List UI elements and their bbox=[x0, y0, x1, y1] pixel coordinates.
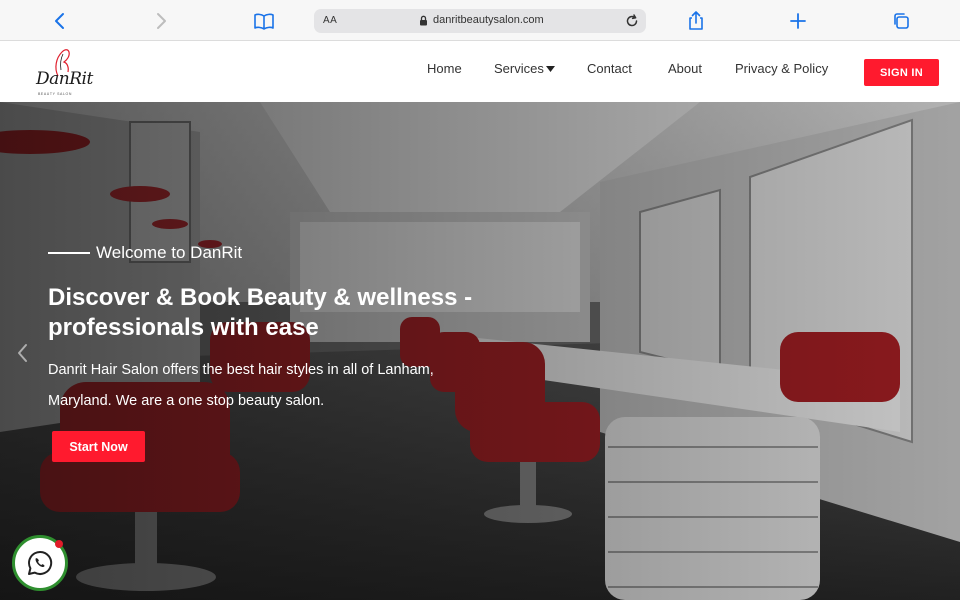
logo[interactable]: DanRit BEAUTY SALON bbox=[34, 46, 98, 100]
notification-dot bbox=[55, 540, 63, 548]
whatsapp-icon bbox=[28, 550, 53, 575]
nav-services[interactable]: Services bbox=[494, 61, 555, 76]
site-header: DanRit BEAUTY SALON Home Services Contac… bbox=[0, 41, 960, 102]
book-icon bbox=[254, 13, 274, 30]
carousel-prev-button[interactable] bbox=[14, 342, 32, 364]
chevron-right-icon bbox=[157, 13, 166, 29]
new-tab-button[interactable] bbox=[785, 8, 811, 34]
nav-contact[interactable]: Contact bbox=[587, 61, 632, 76]
share-button[interactable] bbox=[683, 8, 709, 34]
hero-overlay bbox=[0, 102, 960, 600]
whatsapp-chat-button[interactable] bbox=[12, 535, 68, 591]
nav-privacy-policy[interactable]: Privacy & Policy bbox=[735, 61, 828, 76]
chevron-left-icon bbox=[55, 13, 64, 29]
hero-kicker-text: Welcome to DanRit bbox=[96, 243, 243, 262]
start-now-button[interactable]: Start Now bbox=[52, 431, 145, 462]
share-icon bbox=[689, 11, 703, 30]
hero-section: Welcome to DanRit Discover & Book Beauty… bbox=[0, 102, 960, 600]
bookmarks-button[interactable] bbox=[251, 8, 277, 34]
hero-kicker: Welcome to DanRit bbox=[48, 243, 242, 263]
logo-tagline: BEAUTY SALON bbox=[38, 92, 72, 96]
tabs-button[interactable] bbox=[888, 8, 914, 34]
nav-about[interactable]: About bbox=[668, 61, 702, 76]
nav-home[interactable]: Home bbox=[427, 61, 462, 76]
sign-in-button[interactable]: SIGN IN bbox=[864, 59, 939, 86]
hero-headline: Discover & Book Beauty & wellness - prof… bbox=[48, 284, 473, 341]
tabs-icon bbox=[894, 13, 909, 29]
plus-icon bbox=[790, 13, 806, 29]
url-text: danritbeautysalon.com bbox=[433, 14, 544, 26]
kicker-line bbox=[48, 252, 90, 254]
chevron-left-icon bbox=[18, 344, 27, 362]
address-bar[interactable]: AA danritbeautysalon.com bbox=[314, 9, 646, 33]
reload-icon[interactable] bbox=[624, 13, 640, 29]
nav-services-label: Services bbox=[494, 61, 544, 76]
text-size-button[interactable]: AA bbox=[323, 15, 337, 26]
forward-button[interactable] bbox=[148, 8, 174, 34]
browser-toolbar: AA danritbeautysalon.com bbox=[0, 0, 960, 41]
lock-icon bbox=[420, 15, 427, 26]
logo-wordmark: DanRit bbox=[36, 69, 93, 89]
back-button[interactable] bbox=[47, 8, 73, 34]
caret-down-icon bbox=[545, 65, 555, 72]
hero-description: Danrit Hair Salon offers the best hair s… bbox=[48, 362, 434, 409]
